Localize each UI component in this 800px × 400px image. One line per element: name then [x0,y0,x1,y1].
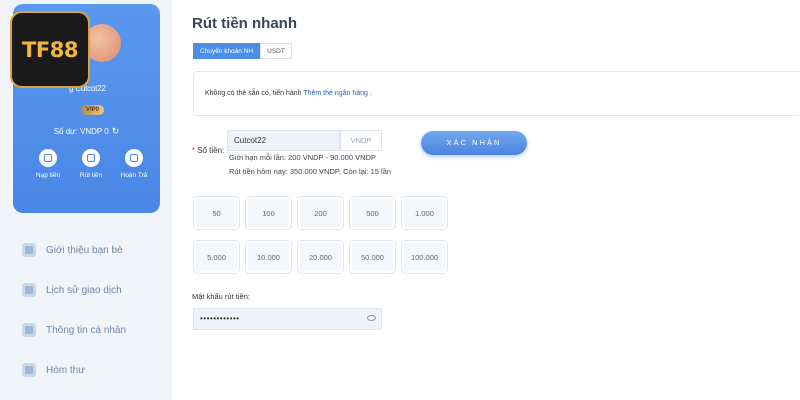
withdraw-label: Rút tiền [79,172,103,179]
sidebar-item-profile[interactable]: Thông tin cá nhân [22,310,162,350]
notice-message: Không có thẻ sẵn có, tiến hành [205,90,304,97]
sidebar-item-referral[interactable]: Giới thiệu bạn bè [22,230,162,270]
amount-option[interactable]: 5.000 [193,240,240,274]
tab-bank-transfer[interactable]: Chuyển khoản NH [193,43,261,59]
rebate-label: Hoàn Trả [120,172,148,179]
amount-option[interactable]: 50 [193,196,240,230]
amount-option[interactable]: 20.000 [297,240,344,274]
limit-today: Rút tiền hôm nay: 350.000 VNDP, Còn lại:… [229,167,392,176]
withdraw-button[interactable]: Rút tiền [76,149,106,182]
refresh-icon[interactable]: ↻ [112,126,120,137]
sidebar-menu: Giới thiệu bạn bè Lịch sử giao dịch Thôn… [22,230,162,390]
confirm-button[interactable]: XÁC NHẬN [421,131,527,155]
amount-option[interactable]: 100.000 [401,240,448,274]
password-field[interactable]: •••••••••••• [193,308,382,330]
amount-option[interactable]: 200 [297,196,344,230]
password-value: •••••••••••• [200,314,240,323]
wallet-icon [82,149,100,167]
amount-option[interactable]: 1.000 [401,196,448,230]
rebate-button[interactable]: Hoàn Trả [119,149,149,182]
amount-option[interactable]: 10.000 [245,240,292,274]
brand-logo: TF88 [10,11,90,88]
amount-option[interactable]: 50.000 [349,240,396,274]
sidebar-item-label: Thông tin cá nhân [46,324,127,336]
sidebar-item-label: Giới thiệu bạn bè [46,244,123,256]
method-tabs: Chuyển khoản NH USDT [193,43,292,59]
sidebar-item-inbox[interactable]: Hòm thư [22,350,162,390]
balance-text: Số dư: VNDP 0 [53,127,109,136]
add-bank-card-link[interactable]: Thêm thẻ ngân hàng [303,90,368,97]
eye-icon[interactable] [367,315,376,321]
logo-text: TF88 [22,37,78,62]
notice-text: Không có thẻ sẵn có, tiến hành Thêm thẻ … [205,90,372,97]
profile-icon [22,323,36,337]
password-label: Mật khẩu rút tiền: [192,292,250,301]
amount-options: 50 100 200 500 1.000 5.000 10.000 20.000… [193,196,453,274]
vip-badge: VIP0 [81,105,105,115]
referral-icon [22,243,36,257]
amount-label-text: Số tiền: [197,146,225,155]
sidebar-item-label: Hòm thư [46,364,85,376]
limit-per-time: Giới hạn mỗi lần: 200 VNDP - 90.000 VNDP [229,153,376,162]
history-icon [22,283,36,297]
deposit-label: Nạp tiền [35,172,61,179]
required-star: * [192,146,196,155]
quick-actions: Nạp tiền Rút tiền Hoàn Trả [33,149,149,182]
currency-unit: VNDP [340,130,382,151]
sidebar-item-label: Lịch sử giao dịch [46,284,122,296]
amount-label: * Số tiền: [192,146,224,155]
balance: Số dư: VNDP 0 ↻ [13,126,160,137]
sidebar-item-history[interactable]: Lịch sử giao dịch [22,270,162,310]
amount-option[interactable]: 100 [245,196,292,230]
amount-input[interactable]: Cutcot22 [227,130,340,151]
amount-option[interactable]: 500 [349,196,396,230]
deposit-icon [39,149,57,167]
notice-suffix: . [367,90,372,97]
deposit-button[interactable]: Nạp tiền [33,149,63,182]
main-panel: Rút tiền nhanh Chuyển khoản NH USDT Khôn… [172,0,800,400]
page-title: Rút tiền nhanh [192,15,297,32]
rebate-icon [125,149,143,167]
tab-usdt[interactable]: USDT [260,43,292,59]
mail-icon [22,363,36,377]
notice-box: Không có thẻ sẵn có, tiến hành Thêm thẻ … [193,71,800,116]
